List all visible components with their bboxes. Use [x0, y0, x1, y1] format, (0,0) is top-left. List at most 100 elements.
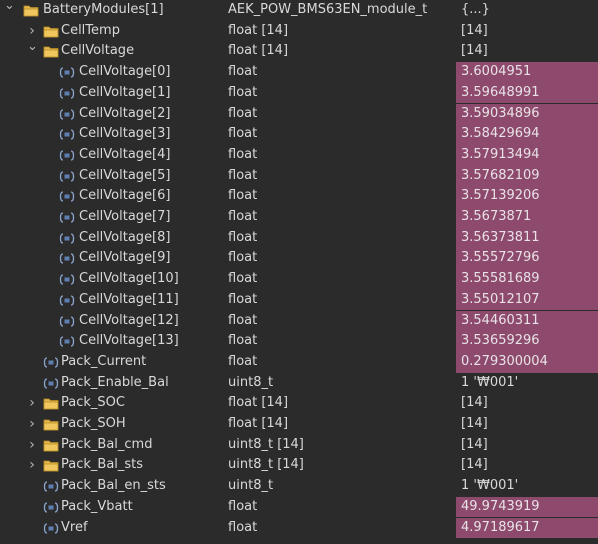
chevron-right-icon[interactable]: › [27, 414, 37, 435]
tree-row[interactable]: CellVoltage[9] float 3.55572796 [0, 248, 598, 270]
variable-value[interactable]: 3.5673871 [456, 207, 598, 228]
tree-row[interactable]: CellVoltage[2] float 3.59034896 [0, 103, 598, 125]
variable-name: CellVoltage[6] [79, 188, 171, 204]
variable-value[interactable]: 1 '₩001' [456, 373, 598, 394]
variable-value[interactable]: [14] [456, 21, 598, 42]
tree-row[interactable]: CellVoltage[0] float 3.6004951 [0, 62, 598, 83]
variable-value[interactable]: 3.55012107 [456, 289, 598, 311]
variable-value[interactable]: 3.6004951 [456, 62, 598, 83]
variable-value[interactable]: 49.9743919 [456, 496, 598, 518]
variable-type: float [228, 84, 258, 100]
variable-type: float [14] [228, 416, 289, 431]
tree-row[interactable]: Pack_Enable_Bal uint8_t 1 '₩001' [0, 373, 598, 394]
variable-name: CellVoltage [61, 43, 135, 59]
variable-value[interactable]: 3.53659296 [456, 331, 598, 352]
variable-value[interactable]: 3.58429694 [456, 124, 598, 145]
variable-type: uint8_t [14] [228, 457, 304, 473]
variable-icon [59, 294, 75, 307]
variable-type: float [228, 498, 258, 514]
variable-type: float [228, 291, 258, 307]
variable-name: CellVoltage[2] [79, 105, 171, 121]
variable-name: Pack_SOC [61, 395, 125, 411]
tree-row[interactable]: ⌄ CellVoltage float [14] [14] [0, 39, 598, 62]
variable-name: Pack_Current [61, 353, 147, 369]
tree-row[interactable]: Pack_Vbatt float 49.9743919 [0, 496, 598, 518]
variable-icon [59, 128, 75, 141]
variable-icon [59, 108, 75, 121]
folder-icon [43, 439, 59, 452]
variable-icon [59, 211, 75, 224]
tree-row[interactable]: CellVoltage[4] float 3.57913494 [0, 144, 598, 166]
variable-type: float [228, 333, 258, 349]
variable-value[interactable]: {...} [456, 0, 598, 21]
tree-row[interactable]: › Pack_Bal_cmd uint8_t [14] [14] [0, 435, 598, 456]
chevron-down-icon[interactable]: ⌄ [27, 37, 38, 58]
folder-icon [43, 459, 59, 472]
tree-row[interactable]: › Pack_Bal_sts uint8_t [14] [14] [0, 455, 598, 476]
variable-icon [59, 252, 75, 265]
variable-name: Pack_Bal_en_sts [61, 478, 166, 494]
folder-icon [23, 4, 39, 17]
variable-value[interactable]: 0.279300004 [456, 351, 598, 373]
variable-name: CellVoltage[4] [79, 146, 171, 162]
tree-row[interactable]: CellVoltage[6] float 3.57139206 [0, 186, 598, 207]
tree-row[interactable]: Pack_Bal_en_sts uint8_t 1 '₩001' [0, 476, 598, 497]
variable-name: CellVoltage[0] [79, 64, 171, 80]
variable-type: float [228, 146, 258, 162]
variable-name: Pack_Bal_cmd [61, 436, 153, 452]
variable-name: Pack_SOH [61, 416, 126, 431]
folder-icon [43, 397, 59, 410]
folder-icon [43, 418, 59, 431]
variable-value[interactable]: [14] [456, 41, 598, 62]
tree-row[interactable]: CellVoltage[8] float 3.56373811 [0, 227, 598, 249]
tree-row[interactable]: CellVoltage[11] float 3.55012107 [0, 289, 598, 311]
tree-row[interactable]: Vref float 4.97189617 [0, 517, 598, 539]
variable-value[interactable]: 3.55581689 [456, 269, 598, 290]
variable-name: Pack_Vbatt [61, 498, 133, 514]
variable-type: float [228, 271, 258, 287]
variable-type: uint8_t [14] [228, 436, 304, 452]
variable-value[interactable]: 3.55572796 [456, 248, 598, 270]
variable-value[interactable]: 3.54460311 [456, 310, 598, 332]
folder-icon [43, 45, 59, 58]
variable-value[interactable]: [14] [456, 455, 598, 476]
variable-value[interactable]: 3.56373811 [456, 227, 598, 249]
tree-row[interactable]: Pack_Current float 0.279300004 [0, 351, 598, 373]
variable-icon [59, 315, 75, 328]
variable-value[interactable]: 3.57682109 [456, 165, 598, 187]
chevron-right-icon[interactable]: › [27, 435, 37, 456]
tree-row[interactable]: › Pack_SOC float [14] [14] [0, 393, 598, 414]
variable-name: CellVoltage[5] [79, 167, 171, 183]
tree-row[interactable]: CellVoltage[1] float 3.59648991 [0, 82, 598, 104]
variable-value[interactable]: 3.59034896 [456, 103, 598, 125]
variable-value[interactable]: 1 '₩001' [456, 476, 598, 497]
tree-row[interactable]: CellVoltage[10] float 3.55581689 [0, 269, 598, 290]
tree-row[interactable]: › Pack_SOH float [14] [14] [0, 414, 598, 435]
variable-type: float [14] [228, 22, 289, 38]
tree-row[interactable]: CellVoltage[3] float 3.58429694 [0, 124, 598, 145]
chevron-right-icon[interactable]: › [27, 393, 37, 414]
variable-type: float [228, 229, 258, 245]
variable-value[interactable]: 3.59648991 [456, 82, 598, 104]
variable-type: float [14] [228, 43, 289, 59]
variable-type: float [228, 167, 258, 183]
variable-name: CellVoltage[10] [79, 271, 179, 287]
tree-row[interactable]: CellVoltage[5] float 3.57682109 [0, 165, 598, 187]
variable-value[interactable]: 3.57139206 [456, 186, 598, 207]
variable-icon [59, 170, 75, 183]
variable-icon [59, 66, 75, 79]
variable-value[interactable]: [14] [456, 393, 598, 414]
tree-row[interactable]: CellVoltage[7] float 3.5673871 [0, 207, 598, 228]
chevron-right-icon[interactable]: › [27, 455, 37, 476]
variable-value[interactable]: 4.97189617 [456, 517, 598, 539]
variable-value[interactable]: [14] [456, 414, 598, 435]
variable-icon [43, 501, 59, 514]
tree-row[interactable]: › CellTemp float [14] [14] [0, 21, 598, 42]
variable-icon [59, 273, 75, 286]
tree-row[interactable]: ⌄ BatteryModules[1] AEK_POW_BMS63EN_module… [0, 0, 598, 21]
variable-value[interactable]: [14] [456, 435, 598, 456]
chevron-down-icon[interactable]: ⌄ [4, 0, 15, 17]
tree-row[interactable]: CellVoltage[12] float 3.54460311 [0, 310, 598, 332]
variable-value[interactable]: 3.57913494 [456, 144, 598, 166]
tree-row[interactable]: CellVoltage[13] float 3.53659296 [0, 331, 598, 352]
